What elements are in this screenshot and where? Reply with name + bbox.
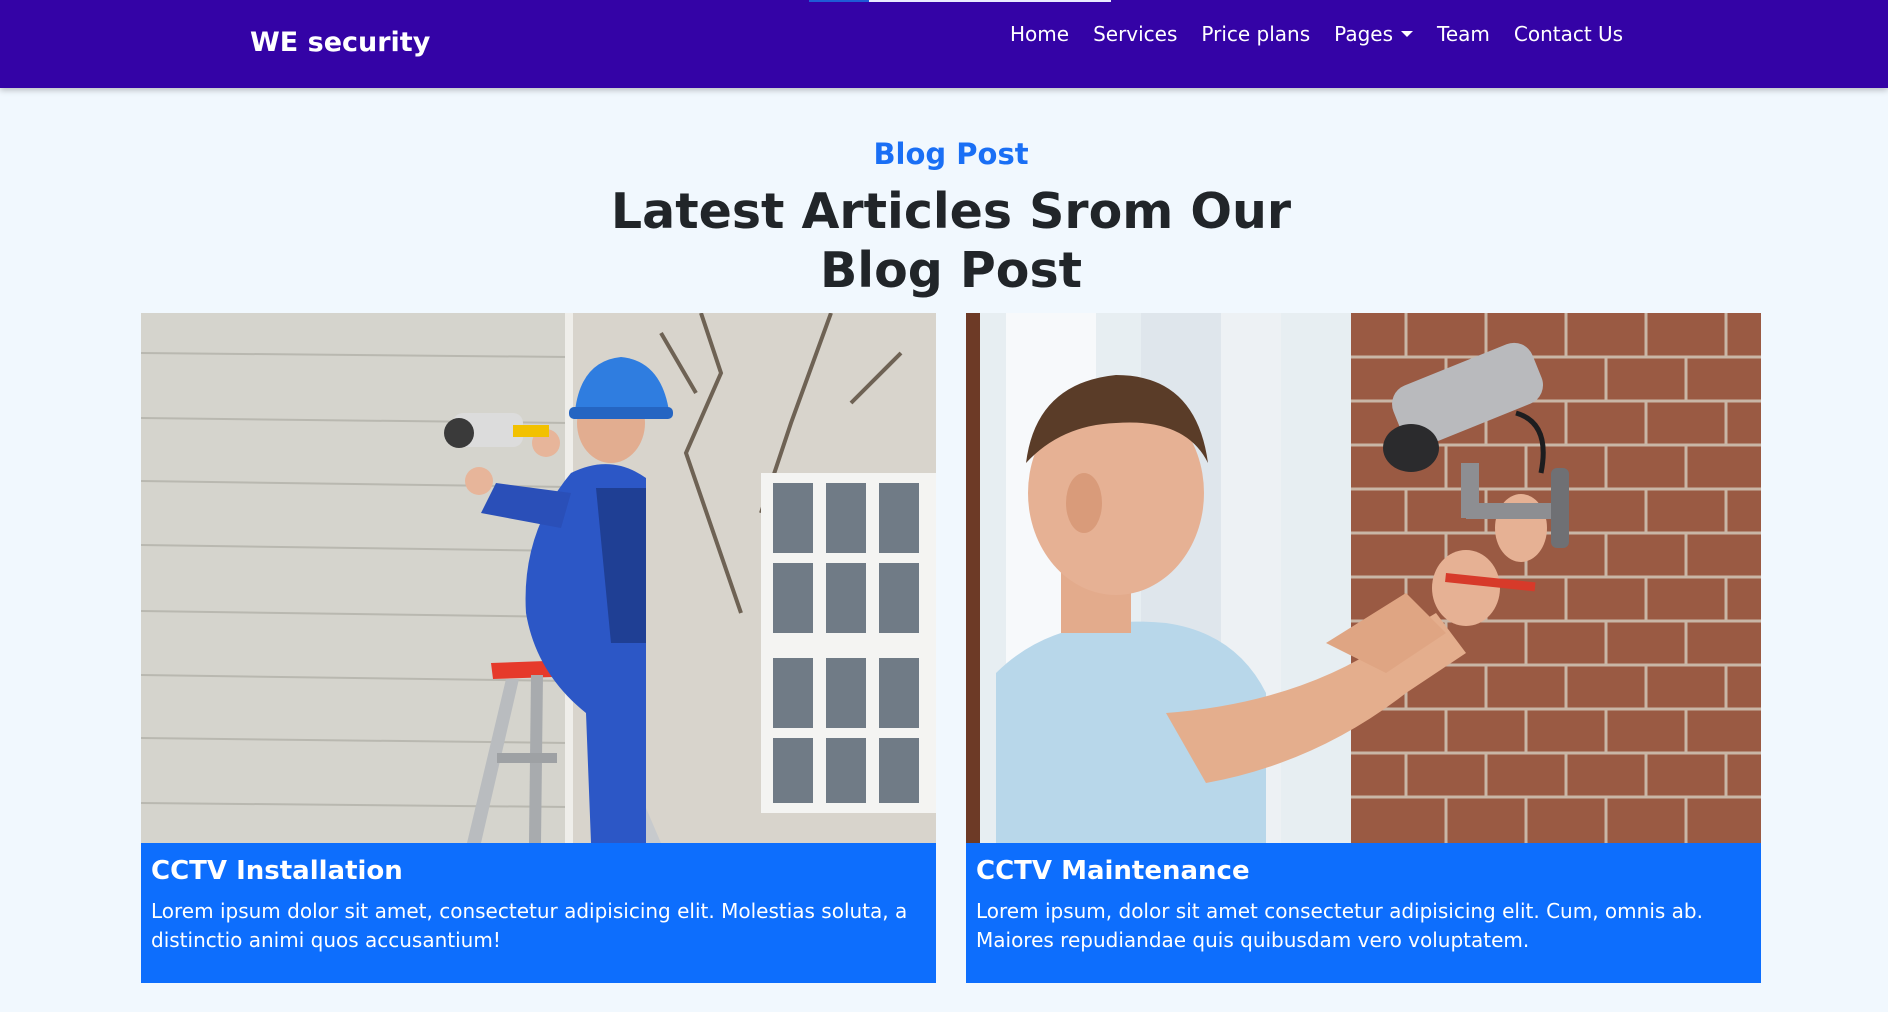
brand-logo[interactable]: WE security xyxy=(250,24,430,62)
nav-menu: Home Services Price plans Pages Team Con… xyxy=(1010,18,1623,50)
nav-link-home[interactable]: Home xyxy=(1010,18,1069,50)
card-image-man-adjusting-camera xyxy=(966,313,1761,843)
card-body: CCTV Installation Lorem ipsum dolor sit … xyxy=(141,843,936,983)
blog-card-cctv-maintenance[interactable]: CCTV Maintenance Lorem ipsum, dolor sit … xyxy=(966,313,1761,983)
section-heading: Latest Articles Srom Our Blog Post xyxy=(0,182,1888,300)
nav-link-team[interactable]: Team xyxy=(1437,18,1490,50)
card-title[interactable]: CCTV Maintenance xyxy=(976,853,1751,889)
blog-card-cctv-installation[interactable]: CCTV Installation Lorem ipsum dolor sit … xyxy=(141,313,936,983)
card-body: CCTV Maintenance Lorem ipsum, dolor sit … xyxy=(966,843,1761,983)
caret-down-icon xyxy=(1401,31,1413,37)
navbar: WE security Home Services Price plans Pa… xyxy=(0,0,1888,88)
nav-link-price-plans[interactable]: Price plans xyxy=(1201,18,1310,50)
card-image-technician-on-ladder xyxy=(141,313,936,843)
section-eyebrow: Blog Post xyxy=(873,137,1029,171)
card-title[interactable]: CCTV Installation xyxy=(151,853,926,889)
card-text: Lorem ipsum, dolor sit amet consectetur … xyxy=(976,899,1703,952)
section-heading-line-2: Blog Post xyxy=(819,242,1083,299)
nav-link-services[interactable]: Services xyxy=(1093,18,1177,50)
section-heading-line-1: Latest Articles Srom Our xyxy=(610,183,1292,240)
nav-link-pages-label: Pages xyxy=(1334,22,1393,46)
nav-link-pages-dropdown[interactable]: Pages xyxy=(1334,18,1413,50)
card-text: Lorem ipsum dolor sit amet, consectetur … xyxy=(151,899,908,952)
nav-link-contact-us[interactable]: Contact Us xyxy=(1514,18,1623,50)
nav-progress-track xyxy=(869,0,1111,2)
nav-progress-indicator xyxy=(809,0,869,2)
